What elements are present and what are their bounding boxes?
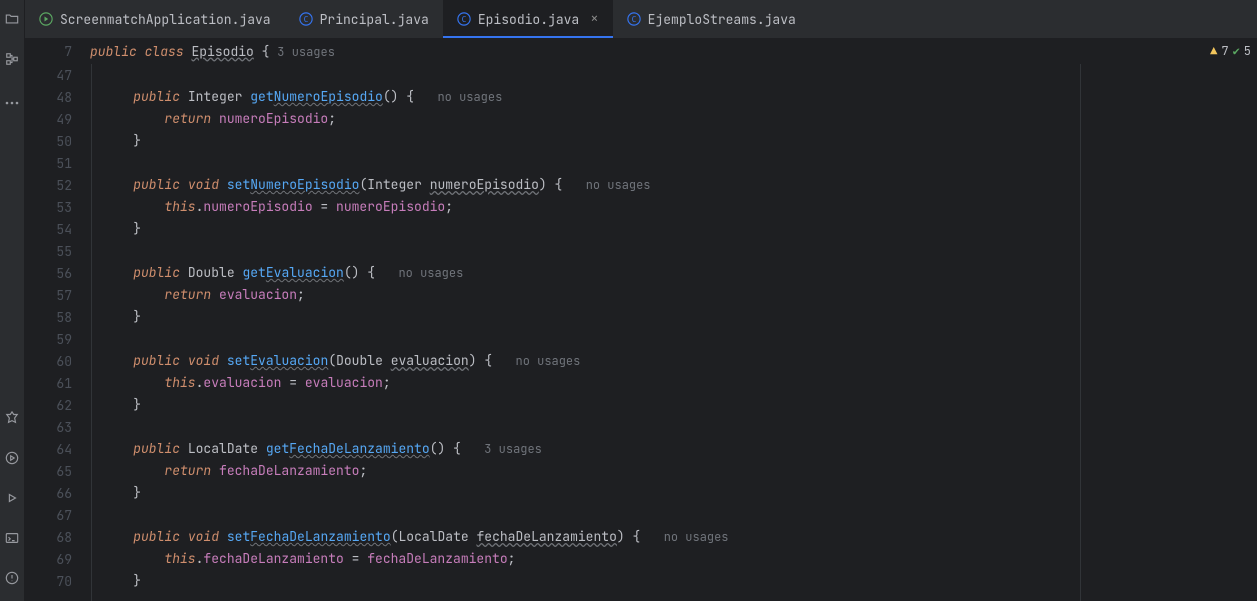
svg-text:C: C (461, 15, 466, 24)
sticky-header: 7 public class Episodio { 3 usages ▲7 ✔5 (25, 38, 1257, 64)
sticky-line-number: 7 (25, 43, 90, 60)
usages-hint[interactable]: 3 usages (484, 441, 542, 457)
check-icon: ✔ (1233, 43, 1240, 59)
check-count: 5 (1244, 43, 1251, 59)
editor-tabs: ScreenmatchApplication.java C Principal.… (25, 0, 1257, 38)
class-icon: C (457, 12, 471, 26)
usages-hint[interactable]: no usages (586, 177, 651, 193)
tab-label: Principal.java (320, 11, 429, 28)
class-icon: C (627, 12, 641, 26)
terminal-icon[interactable] (5, 531, 19, 549)
debug-icon[interactable] (5, 491, 19, 509)
usages-hint[interactable]: no usages (664, 529, 729, 545)
tab-ejemplostreams[interactable]: C EjemploStreams.java (613, 0, 810, 38)
run-class-icon (39, 12, 53, 26)
svg-text:C: C (303, 15, 308, 24)
tab-episodio[interactable]: C Episodio.java × (443, 0, 613, 38)
run-icon[interactable] (5, 451, 19, 469)
tab-label: ScreenmatchApplication.java (60, 11, 271, 28)
class-icon: C (299, 12, 313, 26)
class-name: Episodio (191, 43, 253, 60)
warning-icon: ▲ (1210, 43, 1217, 59)
tab-label: EjemploStreams.java (648, 11, 796, 28)
problems-icon[interactable] (5, 571, 19, 589)
usages-hint[interactable]: no usages (437, 89, 502, 105)
build-icon[interactable] (5, 411, 19, 429)
tab-screenmatchapplication[interactable]: ScreenmatchApplication.java (25, 0, 285, 38)
code-editor[interactable]: 7 public class Episodio { 3 usages ▲7 ✔5… (25, 38, 1257, 601)
more-icon[interactable] (5, 92, 19, 109)
folder-icon[interactable] (5, 12, 19, 30)
tab-label: Episodio.java (478, 11, 579, 28)
structure-icon[interactable] (5, 52, 19, 70)
usages-hint[interactable]: 3 usages (277, 44, 335, 60)
svg-text:C: C (631, 15, 636, 24)
line-gutter[interactable]: 4748495051525354555657585960616263646566… (25, 64, 90, 601)
usages-hint[interactable]: no usages (398, 265, 463, 281)
tab-principal[interactable]: C Principal.java (285, 0, 443, 38)
code-content[interactable]: public Integer getNumeroEpisodio() { no … (90, 64, 1257, 601)
warning-count: 7 (1221, 43, 1228, 59)
inspection-status[interactable]: ▲7 ✔5 (1210, 43, 1251, 59)
usages-hint[interactable]: no usages (516, 353, 581, 369)
left-tool-strip (0, 0, 25, 601)
close-icon[interactable]: × (590, 10, 598, 28)
